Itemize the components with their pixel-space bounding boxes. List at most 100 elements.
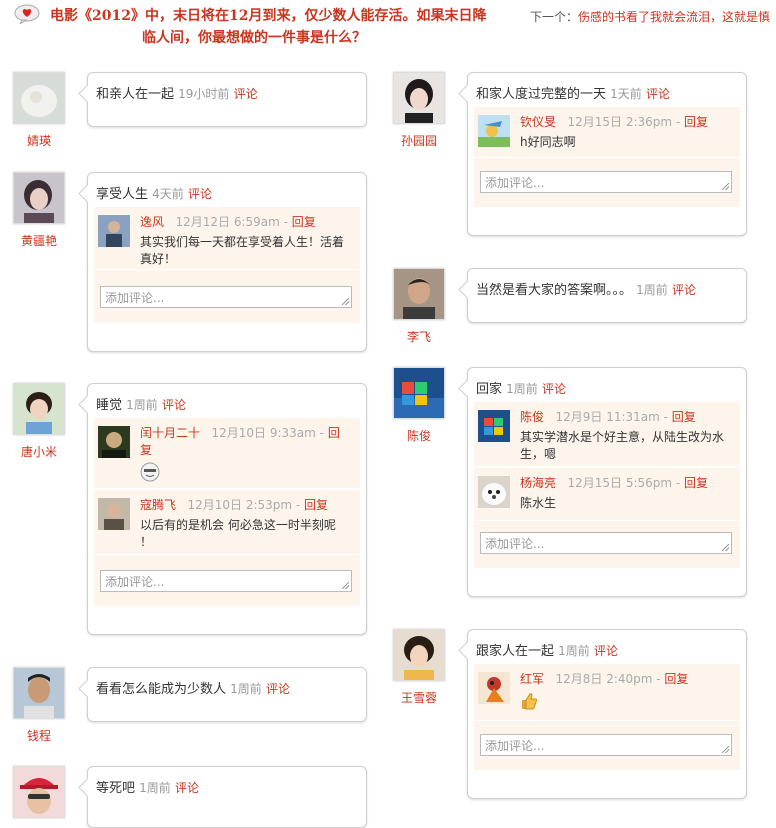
- comment-time: 12月15日 5:56pm: [567, 476, 673, 490]
- avatar[interactable]: [393, 367, 445, 419]
- commenter-name[interactable]: 闰十月二十: [140, 426, 200, 440]
- answer-text: 看看怎么能成为少数人: [96, 682, 227, 697]
- author-name[interactable]: 孙园园: [393, 132, 445, 149]
- comment-item: 寇腾飞 12月10日 2:53pm - 回复 以后有的是机会 何必急这一时半刻呢…: [94, 489, 360, 555]
- next-question: 下一个：伤感的书看了我就会流泪，这就是慎: [530, 10, 771, 24]
- answer-time: 1周前: [636, 283, 668, 297]
- comment-avatar[interactable]: [98, 498, 130, 530]
- answer-author[interactable]: 唐小米: [13, 383, 65, 460]
- answer-author[interactable]: 婧瑛: [13, 72, 65, 149]
- add-comment-input[interactable]: 添加评论...: [480, 532, 732, 554]
- answer-author[interactable]: 李飞: [393, 268, 445, 345]
- comment-link[interactable]: 评论: [162, 398, 186, 412]
- comment-avatar[interactable]: [98, 426, 130, 458]
- commenter-name[interactable]: 红军: [520, 672, 544, 686]
- author-name[interactable]: 李飞: [393, 328, 445, 345]
- avatar[interactable]: [13, 766, 65, 818]
- comment-item: 陈俊 12月9日 11:31am - 回复 其实学潜水是个好主意，从陆生改为水生…: [474, 402, 740, 467]
- comment-box: 闰十月二十 12月10日 9:33am - 回复 寇腾飞 12月10日 2:53…: [94, 418, 360, 606]
- avatar[interactable]: [13, 72, 65, 124]
- answer-author[interactable]: 钱程: [13, 667, 65, 744]
- answer-card: 看看怎么能成为少数人 1周前 评论: [87, 667, 367, 722]
- avatar[interactable]: [393, 629, 445, 681]
- comment-avatar[interactable]: [478, 476, 510, 508]
- comment-time: 12月15日 2:36pm: [567, 115, 673, 129]
- answer-time: 1天前: [610, 87, 642, 101]
- answer-text: 回家: [476, 382, 503, 397]
- comment-text: 生，嗯: [520, 447, 557, 461]
- answer-time: 1周前: [230, 682, 262, 696]
- comment-link[interactable]: 评论: [672, 283, 696, 297]
- comment-link[interactable]: 评论: [266, 682, 290, 696]
- answer-author[interactable]: 黄疆艳: [13, 172, 65, 249]
- speech-heart-icon: [14, 4, 40, 26]
- reply-link[interactable]: 回复: [292, 215, 316, 229]
- comment-link[interactable]: 评论: [234, 87, 258, 101]
- comment-link[interactable]: 评论: [542, 382, 566, 396]
- commenter-name[interactable]: 逸风: [140, 215, 164, 229]
- commenter-name[interactable]: 杨海亮: [520, 476, 556, 490]
- author-name[interactable]: 婧瑛: [13, 132, 65, 149]
- author-name[interactable]: 王雪蓉: [393, 689, 445, 706]
- answer-time: 4天前: [152, 187, 184, 201]
- comment-avatar[interactable]: [478, 672, 510, 704]
- comment-link[interactable]: 评论: [594, 644, 618, 658]
- comment-avatar[interactable]: [478, 115, 510, 147]
- next-question-link[interactable]: 伤感的书看了我就会流泪，这就是慎: [578, 10, 770, 24]
- avatar[interactable]: [13, 172, 65, 224]
- answer-author[interactable]: 孙园园: [393, 72, 445, 149]
- reply-link[interactable]: 回复: [664, 672, 688, 686]
- commenter-name[interactable]: 寇腾飞: [140, 498, 176, 512]
- answer-card: 和家人度过完整的一天 1天前 评论 钦仪旻 12月15日 2:36pm - 回复…: [467, 72, 747, 236]
- comment-time: 12月10日 9:33am: [211, 426, 316, 440]
- comment-box: 红军 12月8日 2:40pm - 回复 添加评论...: [474, 664, 740, 770]
- reply-link[interactable]: 回复: [672, 410, 696, 424]
- answer-text: 和家人度过完整的一天: [476, 87, 607, 102]
- comment-text: 陈水生: [520, 496, 557, 510]
- answer-author[interactable]: [13, 766, 65, 818]
- answer-text: 享受人生: [96, 187, 149, 202]
- commenter-name[interactable]: 钦仪旻: [520, 115, 556, 129]
- add-comment-input[interactable]: 添加评论...: [480, 734, 732, 756]
- comment-time: 12月9日 11:31am: [555, 410, 660, 424]
- add-comment-input[interactable]: 添加评论...: [100, 286, 352, 308]
- comment-item: 闰十月二十 12月10日 9:33am - 回复: [94, 418, 360, 489]
- comment-box: 钦仪旻 12月15日 2:36pm - 回复 h好同志啊 添加评论...: [474, 107, 740, 207]
- reply-link[interactable]: 回: [328, 426, 340, 440]
- answer-card: 和亲人在一起 19小时前 评论: [87, 72, 367, 127]
- avatar[interactable]: [13, 383, 65, 435]
- avatar[interactable]: [393, 268, 445, 320]
- comment-text: ！: [140, 535, 153, 549]
- comment-link[interactable]: 评论: [646, 87, 670, 101]
- comment-box: 陈俊 12月9日 11:31am - 回复 其实学潜水是个好主意，从陆生改为水生…: [474, 402, 740, 568]
- add-comment-input[interactable]: 添加评论...: [100, 570, 352, 592]
- commenter-name[interactable]: 陈俊: [520, 410, 544, 424]
- answer-time: 1周前: [558, 644, 590, 658]
- comment-text: 以后有的是机会 何必急这一时半刻呢: [140, 518, 336, 532]
- comment-time: 12月8日 2:40pm: [555, 672, 653, 686]
- reply-link[interactable]: 回复: [684, 476, 708, 490]
- reply-link[interactable]: 回复: [304, 498, 328, 512]
- comment-avatar[interactable]: [98, 215, 130, 247]
- author-name[interactable]: 陈俊: [393, 427, 445, 444]
- comment-link[interactable]: 评论: [188, 187, 212, 201]
- add-comment-input[interactable]: 添加评论...: [480, 171, 732, 193]
- separator: -: [319, 426, 324, 440]
- author-name[interactable]: 钱程: [13, 727, 65, 744]
- reply-link[interactable]: 回复: [684, 115, 708, 129]
- author-name[interactable]: 唐小米: [13, 443, 65, 460]
- author-name[interactable]: 黄疆艳: [13, 232, 65, 249]
- answer-text: 和亲人在一起: [96, 87, 175, 102]
- comment-time: 12月12日 6:59am: [175, 215, 280, 229]
- answer-author[interactable]: 陈俊: [393, 367, 445, 444]
- answer-card: 当然是看大家的答案啊。。。 1周前 评论: [467, 268, 747, 323]
- avatar[interactable]: [13, 667, 65, 719]
- comment-link[interactable]: 评论: [175, 781, 199, 795]
- comment-item: 逸风 12月12日 6:59am - 回复 其实我们每一天都在享受着人生！活着真…: [94, 207, 360, 270]
- reply-link[interactable]: 复: [140, 443, 152, 457]
- comment-avatar[interactable]: [478, 410, 510, 442]
- answer-author[interactable]: 王雪蓉: [393, 629, 445, 706]
- answer-card: 享受人生 4天前 评论 逸风 12月12日 6:59am - 回复 其实我们每一…: [87, 172, 367, 352]
- answer-card: 回家 1周前 评论 陈俊 12月9日 11:31am - 回复 其实学潜水是个好…: [467, 367, 747, 597]
- avatar[interactable]: [393, 72, 445, 124]
